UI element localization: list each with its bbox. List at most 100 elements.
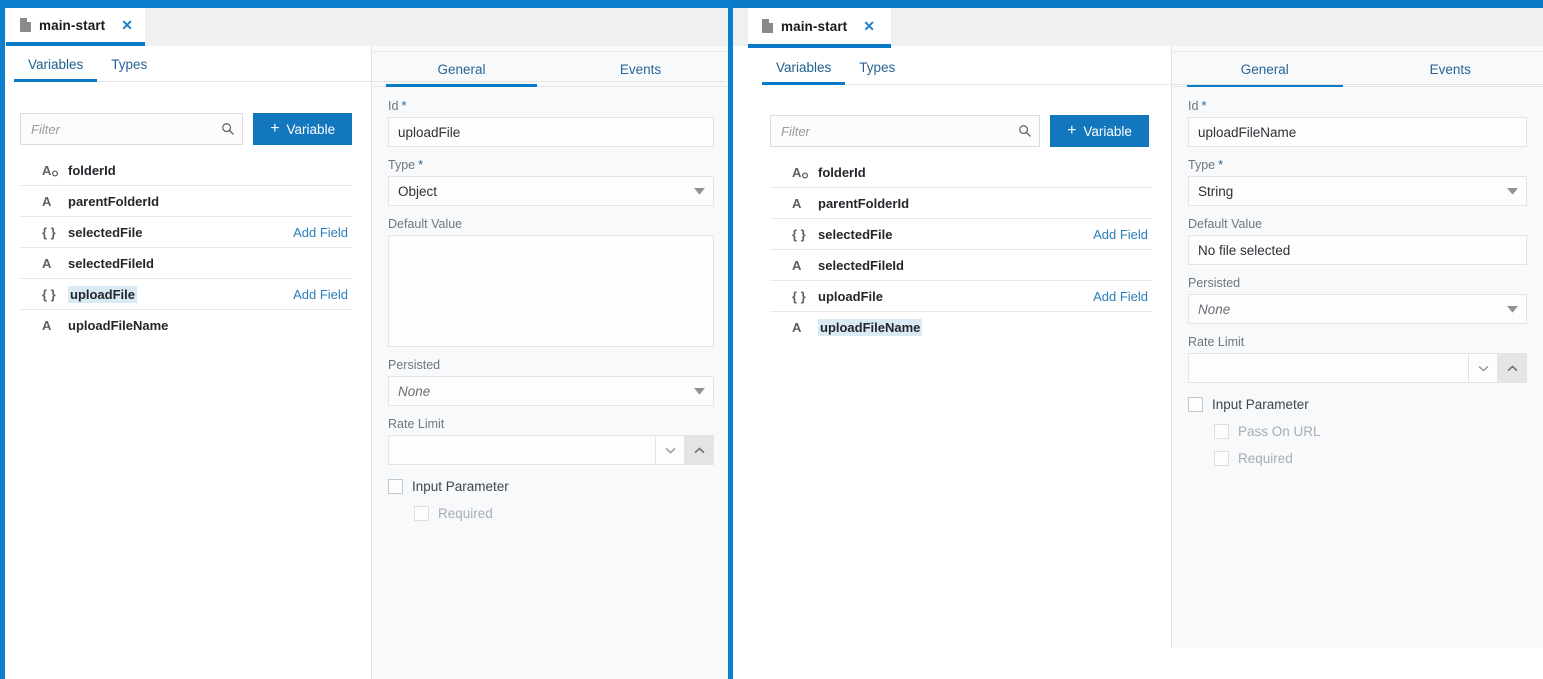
add-field-link[interactable]: Add Field [1093,227,1150,242]
plus-icon: + [1067,122,1077,139]
list-item-label: folderId [68,162,116,178]
stepper-up-icon[interactable] [684,436,713,464]
id-input-value: uploadFileName [1198,124,1297,140]
field-type-label-wrap: Type * [1188,158,1527,172]
field-id-label-wrap: Id * [1188,99,1527,113]
document-tab-main-start-right[interactable]: main-start ✕ [748,8,891,48]
field-id-label: Id [1188,99,1199,113]
rate-limit-stepper-left[interactable] [388,435,714,465]
list-item[interactable]: { } selectedFile Add Field [770,219,1152,250]
checkbox-input-parameter-right[interactable]: Input Parameter [1188,397,1527,412]
list-item[interactable]: A selectedFileId [770,250,1152,281]
field-rate-limit-label-wrap: Rate Limit [388,417,714,431]
persisted-select-left[interactable]: None [388,376,714,406]
checkbox-input-parameter-left[interactable]: Input Parameter [388,479,714,494]
rate-limit-input-left[interactable] [389,436,655,464]
tab-types-right[interactable]: Types [845,60,909,84]
chevron-down-icon[interactable] [685,177,713,205]
field-persisted-label: Persisted [388,358,441,372]
string-icon: A [42,318,68,333]
field-persisted-right: Persisted None [1188,276,1527,324]
id-input-right[interactable]: uploadFileName [1188,117,1527,147]
rate-limit-input-right[interactable] [1189,354,1468,382]
checkbox-icon[interactable] [388,479,403,494]
search-input-left[interactable]: Filter [20,113,244,145]
variable-form-right: Id * uploadFileName Type * String Defaul… [1172,87,1543,466]
persisted-select-value: None [398,383,431,399]
id-input-left[interactable]: uploadFile [388,117,714,147]
type-select-left[interactable]: Object [388,176,714,206]
checkbox-icon [1214,424,1229,439]
list-item[interactable]: { } selectedFile Add Field [20,217,352,248]
svg-text:{ }: { } [792,227,806,242]
search-icon[interactable] [1018,124,1032,138]
list-item-label: selectedFileId [818,257,904,273]
chevron-down-icon[interactable] [1498,295,1526,323]
svg-text:A: A [42,318,52,333]
add-field-link[interactable]: Add Field [1093,289,1150,304]
add-variable-button-left[interactable]: + Variable [253,113,352,145]
stepper-down-icon[interactable] [1468,354,1497,382]
type-select-right[interactable]: String [1188,176,1527,206]
field-type-label: Type [1188,158,1216,172]
string-icon: A [42,256,68,271]
close-icon[interactable]: ✕ [121,18,133,32]
document-tab-label: main-start [39,17,106,33]
field-persisted-label-wrap: Persisted [1188,276,1527,290]
add-variable-button-right[interactable]: + Variable [1050,115,1149,147]
search-input-placeholder: Filter [31,121,60,137]
chevron-down-icon[interactable] [1498,177,1526,205]
add-field-link[interactable]: Add Field [293,225,350,240]
id-input-value: uploadFile [398,124,461,140]
list-item[interactable]: A uploadFileName [770,312,1152,343]
required-asterisk-icon: * [418,157,424,172]
svg-text:A: A [792,165,802,180]
close-icon[interactable]: ✕ [863,19,875,33]
string-icon: A [42,194,68,209]
search-icon[interactable] [221,122,235,136]
tab-variables-left[interactable]: Variables [14,57,98,82]
list-item-label: parentFolderId [68,193,160,209]
list-item[interactable]: A parentFolderId [770,188,1152,219]
checkbox-icon[interactable] [1188,397,1203,412]
field-persisted-label-wrap: Persisted [388,358,714,372]
checkbox-input-parameter-label: Input Parameter [1212,397,1309,412]
string-param-icon: A [792,165,818,180]
svg-text:{ }: { } [792,289,806,304]
object-icon: { } [42,287,68,302]
list-toolbar-left: Filter + Variable [20,113,352,145]
default-value-textarea-left[interactable] [388,235,714,347]
persisted-select-right[interactable]: None [1188,294,1527,324]
search-input-placeholder: Filter [781,123,810,139]
list-item[interactable]: { } uploadFile Add Field [20,279,352,310]
list-item[interactable]: { } uploadFile Add Field [770,281,1152,312]
tab-types-left[interactable]: Types [97,57,161,81]
document-tabstrip-right: main-start ✕ [730,8,1543,48]
list-item[interactable]: A folderId [770,157,1152,188]
stepper-down-icon[interactable] [655,436,684,464]
required-asterisk-icon: * [401,98,407,113]
list-item-label: uploadFileName [68,318,169,333]
list-item[interactable]: A folderId [20,155,352,186]
add-field-link[interactable]: Add Field [293,287,350,302]
checkbox-pass-on-url-label: Pass On URL [1238,424,1321,439]
variable-form-left: Id * uploadFile Type * Object Default Va… [372,87,730,521]
default-value-input-right[interactable]: No file selected [1188,235,1527,265]
chevron-down-icon[interactable] [685,377,713,405]
document-tabstrip-left: main-start ✕ [0,8,730,46]
list-item[interactable]: A uploadFileName [20,310,352,341]
svg-text:{ }: { } [42,225,56,240]
file-icon [20,18,31,32]
svg-text:A: A [42,256,52,271]
search-input-right[interactable]: Filter [770,115,1040,147]
svg-text:A: A [792,320,802,335]
tab-variables-right[interactable]: Variables [762,60,846,85]
list-item[interactable]: A parentFolderId [20,186,352,217]
stepper-up-icon[interactable] [1497,354,1526,382]
list-item[interactable]: A selectedFileId [20,248,352,279]
string-icon: A [792,196,818,211]
document-tab-main-start-left[interactable]: main-start ✕ [6,8,145,46]
list-toolbar-right: Filter + Variable [770,115,1152,147]
rate-limit-stepper-right[interactable] [1188,353,1527,383]
list-item-label: folderId [818,164,866,180]
